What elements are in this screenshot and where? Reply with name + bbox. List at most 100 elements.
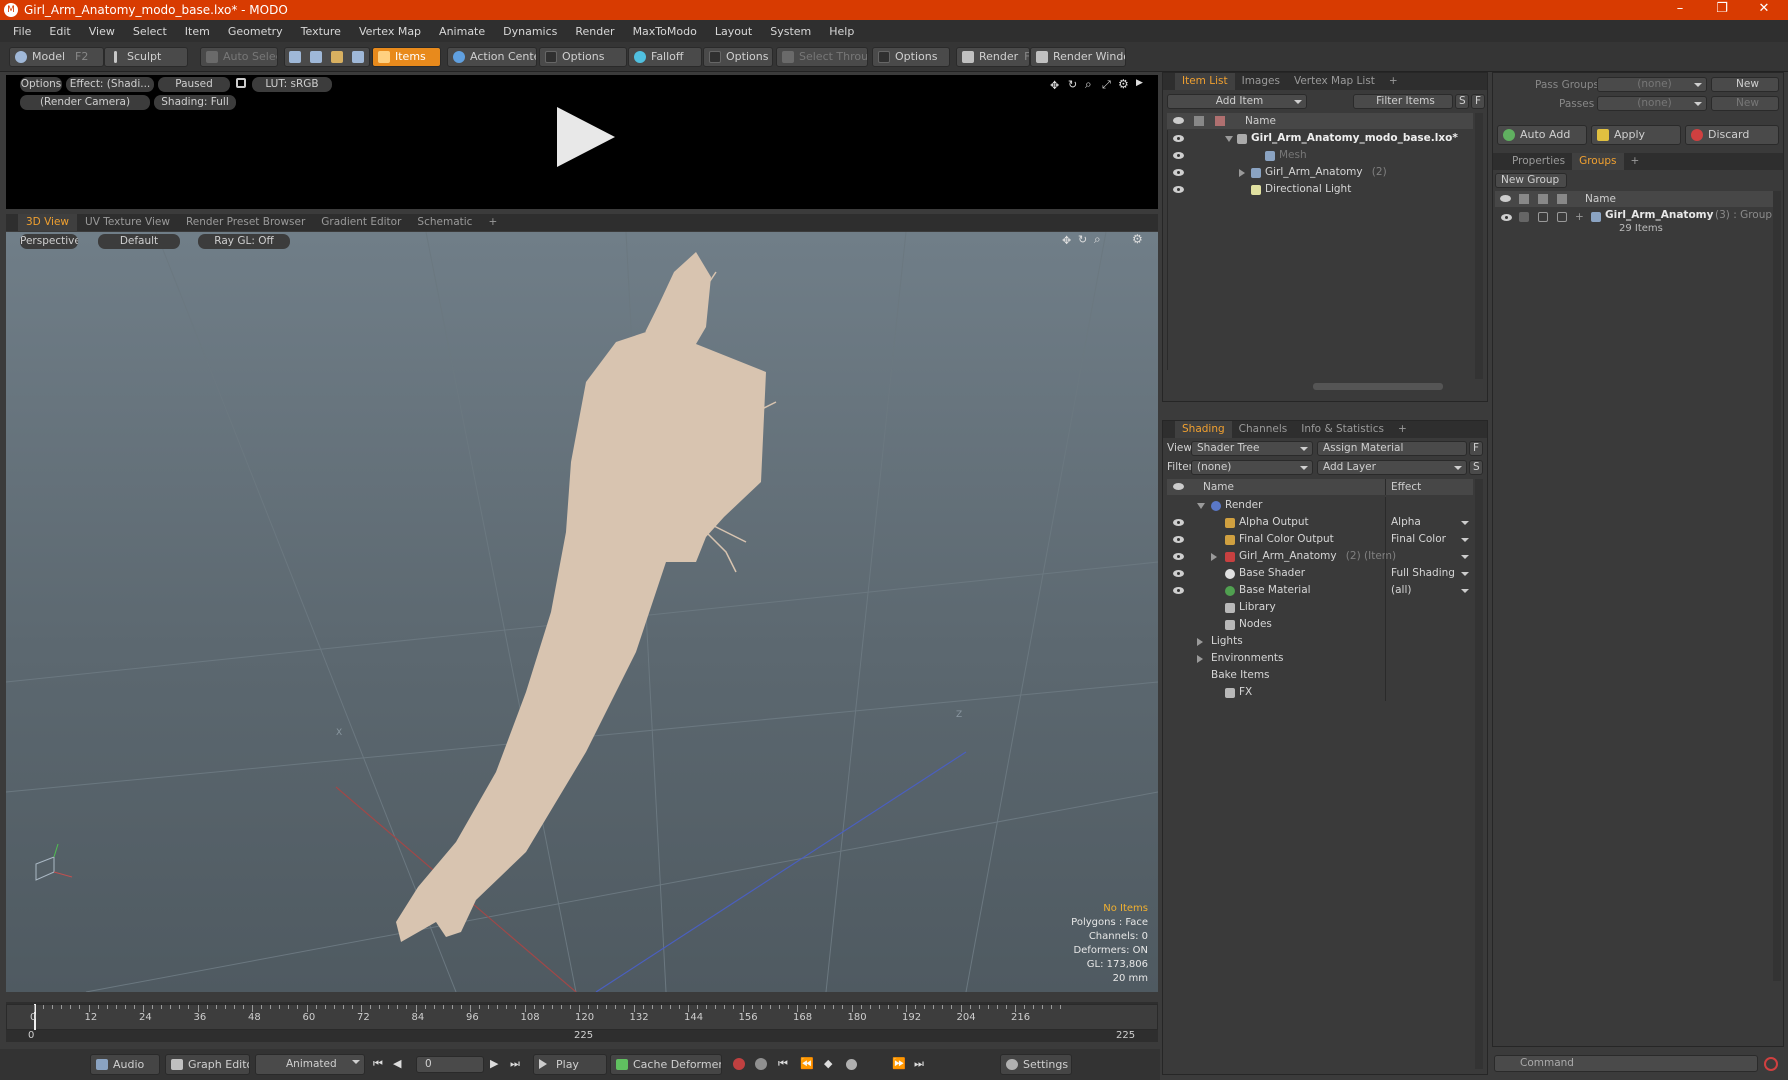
shading-filter-dropdown[interactable]: (none) [1191,460,1313,475]
group-row-girl-arm-anatomy[interactable]: + Girl_Arm_Anatomy (3) : Group 29 Items [1493,209,1783,243]
pass-groups-dropdown[interactable]: (none) [1597,77,1707,92]
item-list-hscrollbar[interactable] [1313,383,1443,390]
add-item-dropdown[interactable]: Add Item [1167,94,1307,109]
current-frame-input[interactable]: 0 [416,1056,484,1073]
command-input[interactable]: Command [1494,1055,1758,1072]
cache-deformers-button[interactable]: Cache Deformers [610,1054,722,1075]
preview-shading-dropdown[interactable]: Shading: Full [154,95,236,110]
graph-editor-button[interactable]: Graph Editor [165,1054,250,1075]
view-shader-tree-dropdown[interactable]: Shader Tree [1191,441,1313,456]
record-icon[interactable] [846,1059,857,1070]
items-mode-button[interactable]: Items [372,47,441,67]
shader-row[interactable]: Base Shader Full Shading [1167,565,1473,582]
preview-paused-button[interactable]: Paused [158,77,230,92]
auto-key-icon[interactable] [755,1058,767,1070]
tab-images[interactable]: Images [1235,73,1287,90]
3d-viewport[interactable]: Perspective Default Ray GL: Off ✥ ↻ ⌕ ⚙ … [6,232,1158,992]
shader-row[interactable]: Final Color Output Final Color [1167,531,1473,548]
tab-3d-view[interactable]: 3D View [18,214,78,231]
sculpt-mode-button[interactable]: Sculpt [104,47,188,67]
expand-icon[interactable] [1197,503,1205,509]
edges-mode-icon[interactable] [310,51,322,63]
expand-icon[interactable] [1211,553,1217,561]
shader-visibility-icon[interactable] [1173,587,1184,594]
fit-icon[interactable]: ⤢ [1102,78,1111,92]
expand-icon[interactable] [1225,136,1233,142]
menu-select[interactable]: Select [124,25,176,38]
close-button[interactable]: ✕ [1744,0,1784,20]
shader-row[interactable]: Alpha Output Alpha [1167,514,1473,531]
shader-visibility-icon[interactable] [1173,519,1184,526]
menu-system[interactable]: System [761,25,820,38]
tab--[interactable]: + [1391,421,1414,438]
tab--[interactable]: + [1382,73,1405,90]
zoom-icon[interactable]: ⌕ [1085,77,1092,92]
vertices-mode-icon[interactable] [289,51,301,63]
discard-button[interactable]: Discard [1685,125,1779,145]
new-pass-button[interactable]: New [1711,96,1779,111]
tab-item-list[interactable]: Item List [1175,73,1235,90]
tab-properties[interactable]: Properties [1505,153,1572,170]
materials-mode-icon[interactable] [352,51,364,63]
viewport-rotate-icon[interactable]: ↻ [1078,233,1087,246]
maximize-button[interactable]: ❐ [1702,0,1742,20]
expand-icon[interactable] [1239,169,1245,177]
key-forward-icon[interactable]: ⏩ [892,1057,906,1070]
select-through-options-button[interactable]: Options [872,47,950,67]
group-render-icon[interactable] [1519,212,1529,222]
groups-scrollbar[interactable] [1773,191,1781,981]
shader-row[interactable]: Girl_Arm_Anatomy (2) (Item) [1167,548,1473,565]
render-column-icon[interactable] [1519,194,1529,204]
preview-camera-dropdown[interactable]: (Render Camera) [20,95,150,110]
item-row[interactable]: Directional Light [1167,181,1473,198]
viewport-zoom-icon[interactable]: ⌕ [1094,232,1101,247]
tab-render-preset-browser[interactable]: Render Preset Browser [178,214,313,231]
preview-effect-dropdown[interactable]: Effect: (Shadi... [66,77,154,92]
passes-dropdown[interactable]: (none) [1597,96,1707,111]
item-visibility-icon[interactable] [1173,186,1184,193]
group-select-checkbox[interactable] [1557,212,1567,222]
item-row[interactable]: Girl_Arm_Anatomy (2) [1167,164,1473,181]
new-pass-group-button[interactable]: New [1711,77,1779,92]
add-layer-dropdown[interactable]: Add Layer [1317,460,1467,475]
animated-dropdown[interactable]: Animated [255,1054,365,1075]
render-button[interactable]: RenderF9 [956,47,1030,67]
apply-button[interactable]: Apply [1591,125,1681,145]
chevron-down-icon[interactable] [1461,555,1469,559]
chevron-down-icon[interactable] [1461,521,1469,525]
item-list-scrollbar[interactable] [1475,113,1483,379]
menu-animate[interactable]: Animate [430,25,494,38]
visibility-column-icon[interactable] [1500,195,1511,202]
select-column-icon[interactable] [1557,194,1567,204]
shader-row[interactable]: FX [1167,684,1473,701]
effect-dropdown[interactable]: Alpha [1391,514,1471,531]
falloff-options-button[interactable]: Options [703,47,773,67]
menu-geometry[interactable]: Geometry [219,25,292,38]
prev-frame-icon[interactable]: ◀ [393,1057,401,1070]
shader-tree-scrollbar[interactable] [1475,479,1483,1069]
key-next-icon[interactable]: ⏭ [914,1057,924,1071]
raygl-dropdown[interactable]: Ray GL: Off [198,234,290,249]
polygons-mode-icon[interactable] [331,51,343,63]
tab--[interactable]: + [1624,153,1647,170]
timeline[interactable]: 0 225 225 0 12 24 36 48 60 72 84 96 108 120 132 144 1… [6,1002,1158,1042]
tab--[interactable]: + [480,214,505,231]
tab-channels[interactable]: Channels [1232,421,1295,438]
tab-uv-texture-view[interactable]: UV Texture View [77,214,178,231]
shader-row[interactable]: Library [1167,599,1473,616]
audio-button[interactable]: Audio [90,1054,160,1075]
auto-add-button[interactable]: Auto Add [1497,125,1587,145]
chevron-down-icon[interactable] [1461,538,1469,542]
tab-shading[interactable]: Shading [1175,421,1232,438]
settings-button[interactable]: Settings [1000,1054,1072,1075]
action-center-options-button[interactable]: Options [539,47,627,67]
chevron-down-icon[interactable] [1461,572,1469,576]
set-key-icon[interactable]: ◆ [824,1057,832,1070]
group-expand-icon[interactable]: + [1575,209,1584,226]
expand-icon[interactable] [1197,655,1203,663]
perspective-dropdown[interactable]: Perspective [20,234,78,249]
menu-maxtomodo[interactable]: MaxToModo [624,25,706,38]
viewport-gear-icon[interactable]: ⚙ [1132,232,1143,246]
group-visibility-icon[interactable] [1501,214,1512,221]
menu-layout[interactable]: Layout [706,25,761,38]
